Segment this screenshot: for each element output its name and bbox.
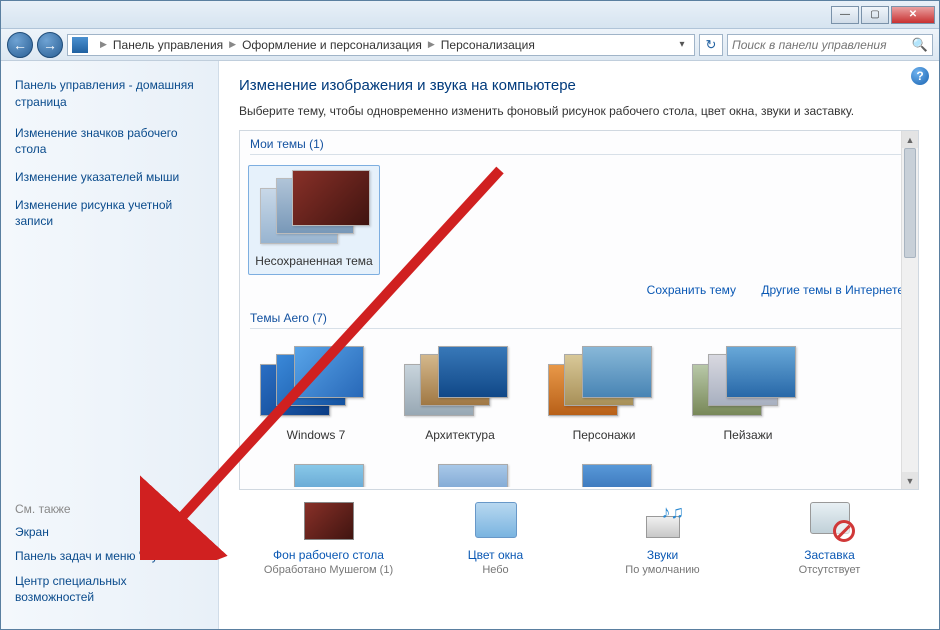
aero-themes-row: Windows 7 Архитектура Персонажи Пейзажи [240, 333, 918, 453]
breadcrumb-item[interactable]: Персонализация [441, 38, 535, 52]
breadcrumb-dropdown[interactable]: ▾ [674, 39, 690, 50]
sidebar-link-account-picture[interactable]: Изменение рисунка учетной записи [15, 197, 204, 229]
theme-thumbnail [254, 170, 374, 248]
my-themes-row: Несохраненная тема [240, 159, 918, 279]
theme-label: Персонажи [539, 428, 669, 442]
option-subtitle: По умолчанию [588, 564, 738, 576]
minimize-button[interactable]: — [831, 6, 859, 24]
help-icon[interactable]: ? [911, 67, 929, 85]
vertical-scrollbar[interactable]: ▲ ▼ [901, 131, 918, 489]
main-pane: ? Изменение изображения и звука на компь… [219, 61, 939, 629]
theme-label: Несохраненная тема [251, 254, 377, 268]
sounds-icon: ♪♫ [638, 502, 688, 542]
forward-button[interactable]: → [37, 32, 63, 58]
see-also-taskbar[interactable]: Панель задач и меню "Пуск" [15, 548, 204, 564]
address-bar: ← → ▶ Панель управления ▶ Оформление и п… [1, 29, 939, 61]
personalization-window: — ▢ ✕ ← → ▶ Панель управления ▶ Оформлен… [0, 0, 940, 630]
save-theme-link[interactable]: Сохранить тему [647, 283, 736, 297]
refresh-button[interactable]: ↻ [699, 34, 723, 56]
see-also-display[interactable]: Экран [15, 524, 204, 540]
window-color-icon [471, 502, 521, 542]
theme-label: Windows 7 [251, 428, 381, 442]
page-title: Изменение изображения и звука на компьют… [239, 77, 919, 94]
theme-thumbnail [544, 344, 664, 422]
search-icon[interactable]: 🔍 [912, 37, 928, 53]
back-button[interactable]: ← [7, 32, 33, 58]
chevron-right-icon: ▶ [100, 39, 107, 50]
scroll-thumb[interactable] [904, 148, 916, 258]
search-box[interactable]: 🔍 [727, 34, 933, 56]
maximize-button[interactable]: ▢ [861, 6, 889, 24]
theme-label: Архитектура [395, 428, 525, 442]
breadcrumb-item[interactable]: Оформление и персонализация [242, 38, 422, 52]
theme-thumbnail [400, 464, 520, 487]
theme-unsaved[interactable]: Несохраненная тема [248, 165, 380, 275]
theme-thumbnail [544, 464, 664, 487]
option-title: Фон рабочего стола [254, 548, 404, 562]
chevron-right-icon: ▶ [428, 39, 435, 50]
sidebar: Панель управления - домашняя страница Из… [1, 61, 219, 629]
sidebar-link-mouse-pointers[interactable]: Изменение указателей мыши [15, 169, 204, 185]
option-subtitle: Обработано Мушегом (1) [254, 564, 404, 576]
theme-thumbnail [400, 344, 520, 422]
see-also-heading: См. также [15, 502, 204, 516]
option-title: Звуки [588, 548, 738, 562]
option-subtitle: Отсутствует [755, 564, 905, 576]
titlebar: — ▢ ✕ [1, 1, 939, 29]
option-title: Заставка [755, 548, 905, 562]
aero-themes-row-partial [240, 453, 918, 487]
control-panel-icon [72, 37, 88, 53]
window-body: Панель управления - домашняя страница Из… [1, 61, 939, 629]
chevron-right-icon: ▶ [229, 39, 236, 50]
aero-themes-heading: Темы Aero (7) [240, 305, 918, 333]
theme-landscapes[interactable]: Пейзажи [680, 339, 816, 449]
theme-label: Пейзажи [683, 428, 813, 442]
page-description: Выберите тему, чтобы одновременно измени… [239, 104, 919, 118]
theme-windows7[interactable]: Windows 7 [248, 339, 384, 449]
screensaver-icon [805, 502, 855, 542]
breadcrumb-item[interactable]: Панель управления [113, 38, 223, 52]
wallpaper-icon [304, 502, 354, 542]
theme-thumbnail [256, 464, 376, 487]
theme-partial[interactable] [248, 459, 384, 487]
theme-actions: Сохранить тему Другие темы в Интернете [240, 279, 918, 305]
theme-partial[interactable] [536, 459, 672, 487]
theme-partial[interactable] [392, 459, 528, 487]
sounds-option[interactable]: ♪♫ Звуки По умолчанию [588, 502, 738, 576]
theme-characters[interactable]: Персонажи [536, 339, 672, 449]
themes-container: ▲ ▼ Мои темы (1) Несохраненная тема Сохр… [239, 130, 919, 490]
screensaver-option[interactable]: Заставка Отсутствует [755, 502, 905, 576]
personalization-options: Фон рабочего стола Обработано Мушегом (1… [239, 490, 919, 576]
sidebar-link-desktop-icons[interactable]: Изменение значков рабочего стола [15, 125, 204, 157]
see-also-accessibility[interactable]: Центр специальных возможностей [15, 573, 204, 605]
close-button[interactable]: ✕ [891, 6, 935, 24]
theme-thumbnail [256, 344, 376, 422]
search-input[interactable] [732, 38, 912, 52]
theme-architecture[interactable]: Архитектура [392, 339, 528, 449]
scroll-down-icon[interactable]: ▼ [902, 472, 918, 489]
scroll-up-icon[interactable]: ▲ [902, 131, 918, 148]
sidebar-home-link[interactable]: Панель управления - домашняя страница [15, 77, 204, 111]
option-title: Цвет окна [421, 548, 571, 562]
my-themes-heading: Мои темы (1) [240, 131, 918, 159]
breadcrumb[interactable]: ▶ Панель управления ▶ Оформление и персо… [67, 34, 695, 56]
option-subtitle: Небо [421, 564, 571, 576]
window-color-option[interactable]: Цвет окна Небо [421, 502, 571, 576]
theme-thumbnail [688, 344, 808, 422]
more-themes-link[interactable]: Другие темы в Интернете [761, 283, 904, 297]
desktop-background-option[interactable]: Фон рабочего стола Обработано Мушегом (1… [254, 502, 404, 576]
